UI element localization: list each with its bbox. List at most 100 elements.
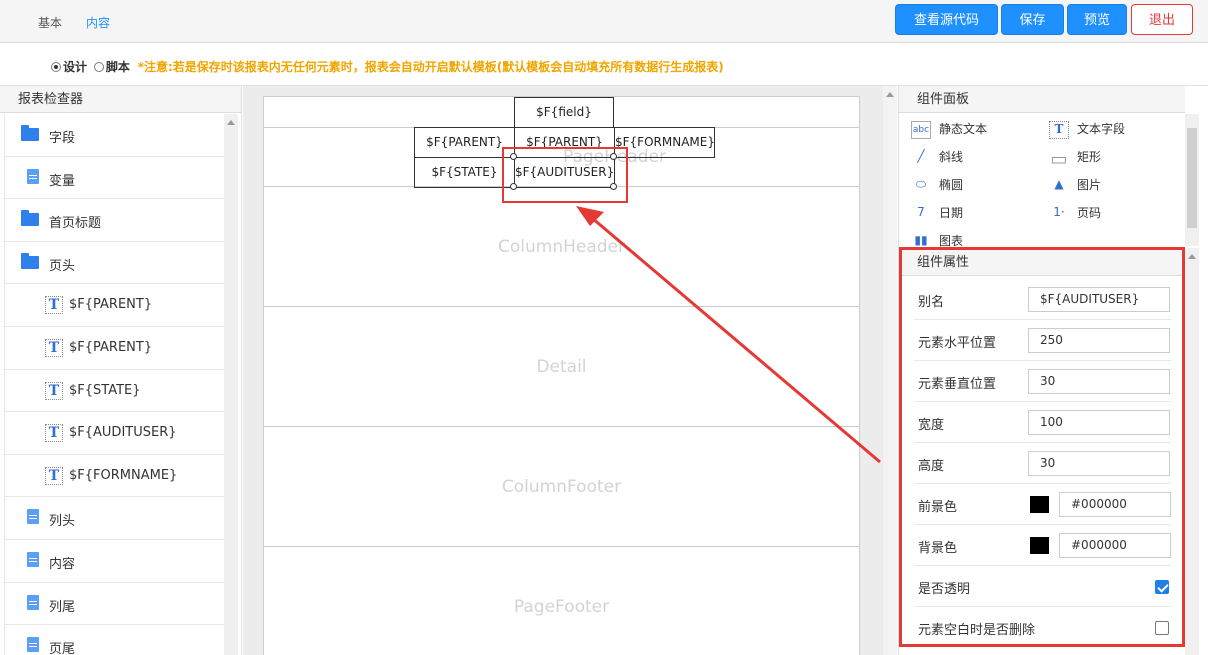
tree-item-label: 首页标题 xyxy=(49,216,102,232)
width-input[interactable]: 100 xyxy=(1028,410,1170,435)
height-input[interactable]: 30 xyxy=(1028,451,1170,476)
component-label: 斜线 xyxy=(939,150,964,164)
component-item[interactable]: 1· 页码 xyxy=(1049,204,1101,223)
band-label: ColumnFooter xyxy=(501,477,622,497)
tab-content[interactable]: 内容 xyxy=(86,14,110,31)
component-item[interactable]: abc 静态文本 xyxy=(911,120,987,139)
tree-item-label: $F{AUDITUSER} xyxy=(69,425,177,441)
component-item[interactable]: ▲ 图片 xyxy=(1049,176,1101,195)
canvas-scrollbar[interactable] xyxy=(883,86,897,655)
tree-item-label: 页尾 xyxy=(49,642,76,655)
mode-bar: 设计 脚本 *注意:若是保存时该报表内无任何元素时，报表会自动开启默认模板(默认… xyxy=(0,44,1208,86)
prop-background-row: 背景色 #000000 xyxy=(914,525,1171,566)
tree-item[interactable]: 首页标题 xyxy=(4,199,224,242)
component-item[interactable]: T 文本字段 xyxy=(1049,120,1125,139)
x-position-input[interactable]: 250 xyxy=(1028,328,1170,353)
prop-x-row: 元素水平位置 250 xyxy=(914,320,1171,361)
view-source-button[interactable]: 查看源代码 xyxy=(895,4,998,35)
remove-blank-checkbox[interactable] xyxy=(1155,621,1169,635)
tree-item[interactable]: T $F{STATE} xyxy=(4,369,224,413)
document-icon xyxy=(27,637,39,653)
component-scrollbar[interactable] xyxy=(1185,114,1199,246)
tree-item-label: 列尾 xyxy=(49,599,76,615)
background-input[interactable]: #000000 xyxy=(1059,533,1171,558)
tree-item[interactable]: 字段 xyxy=(4,114,224,157)
tree-item[interactable]: 列头 xyxy=(4,497,224,540)
component-item[interactable]: 7 日期 xyxy=(911,204,963,223)
folder-open-icon xyxy=(21,252,39,269)
foreground-swatch[interactable] xyxy=(1030,496,1049,513)
tree-item-label: $F{PARENT} xyxy=(69,339,153,355)
transparent-checkbox[interactable] xyxy=(1155,580,1169,594)
tree-item[interactable]: T $F{FORMNAME} xyxy=(4,454,224,498)
component-label: 日期 xyxy=(939,206,964,220)
prop-remove-blank-row: 元素空白时是否删除 xyxy=(914,607,1171,648)
y-position-input[interactable]: 30 xyxy=(1028,369,1170,394)
remove-blank-label: 元素空白时是否删除 xyxy=(918,623,1036,638)
line-icon: ╱ xyxy=(917,148,925,163)
band-column-footer[interactable]: ColumnFooter xyxy=(264,427,859,547)
alias-input[interactable]: $F{AUDITUSER} xyxy=(1028,287,1170,312)
image-icon: ▲ xyxy=(1054,176,1064,191)
preview-button[interactable]: 预览 xyxy=(1067,4,1127,35)
document-icon xyxy=(27,594,39,610)
foreground-label: 前景色 xyxy=(918,500,958,515)
formname-cell[interactable]: $F{FORMNAME} xyxy=(614,127,715,158)
prop-transparent-row: 是否透明 xyxy=(914,566,1171,607)
exit-button[interactable]: 退出 xyxy=(1131,4,1193,35)
tree-item[interactable]: T $F{PARENT} xyxy=(4,284,224,327)
text-field-icon: T xyxy=(1049,120,1069,139)
state-cell[interactable]: $F{STATE} xyxy=(414,157,515,188)
component-item[interactable]: ▭ 矩形 xyxy=(1049,148,1102,170)
component-label: 椭圆 xyxy=(939,178,964,192)
folder-icon xyxy=(21,125,39,141)
document-icon xyxy=(27,509,39,525)
background-swatch[interactable] xyxy=(1030,537,1049,554)
property-scrollbar[interactable] xyxy=(1185,248,1199,655)
document-icon xyxy=(27,551,39,567)
text-field-icon: T xyxy=(45,381,63,400)
property-panel-title: 组件属性 xyxy=(902,250,1182,276)
calendar-icon: 7 xyxy=(917,204,925,219)
component-item[interactable]: ⬭ 椭圆 xyxy=(911,176,963,195)
tree-item-label: 页头 xyxy=(49,258,76,274)
tab-basic[interactable]: 基本 xyxy=(38,14,62,31)
property-panel: 组件属性 别名 $F{AUDITUSER} 元素水平位置 250 元素垂直位置 … xyxy=(899,247,1185,647)
tree-item-label: 内容 xyxy=(49,556,76,572)
band-label: PageFooter xyxy=(513,597,610,617)
component-label: 静态文本 xyxy=(939,122,988,136)
save-button[interactable]: 保存 xyxy=(1001,4,1064,35)
component-item[interactable]: ╱ 斜线 xyxy=(911,148,963,167)
background-label: 背景色 xyxy=(918,541,958,556)
field-cell[interactable]: $F{field} xyxy=(514,97,614,128)
selection-highlight xyxy=(502,147,628,203)
band-label: Detail xyxy=(536,357,587,377)
parent-cell[interactable]: $F{PARENT} xyxy=(414,127,515,158)
band-detail[interactable]: Detail xyxy=(264,307,859,427)
component-label: 文本字段 xyxy=(1077,122,1126,136)
band-column-header[interactable]: ColumnHeader xyxy=(264,187,859,307)
tree-item[interactable]: T $F{AUDITUSER} xyxy=(4,412,224,455)
script-radio[interactable] xyxy=(93,62,104,72)
band-page-footer[interactable]: PageFooter xyxy=(264,547,859,655)
component-panel-title: 组件面板 xyxy=(899,86,1185,113)
ellipse-icon: ⬭ xyxy=(915,176,927,191)
design-canvas: PageHeader ColumnHeader Detail ColumnFoo… xyxy=(243,86,897,655)
tree-item[interactable]: 页尾 xyxy=(4,625,224,655)
page-number-icon: 1· xyxy=(1053,204,1065,219)
tree-item[interactable]: 内容 xyxy=(4,539,224,583)
design-radio[interactable] xyxy=(51,62,61,72)
tree-item[interactable]: 变量 xyxy=(4,156,224,200)
tree-item[interactable]: 列尾 xyxy=(4,582,224,626)
tree-item[interactable]: 页头 xyxy=(4,241,224,285)
tree-item[interactable]: T $F{PARENT} xyxy=(4,326,224,370)
foreground-input[interactable]: #000000 xyxy=(1059,492,1171,517)
notice-text: *注意:若是保存时该报表内无任何元素时，报表会自动开启默认模板(默认模板会自动填… xyxy=(137,60,724,74)
prop-y-row: 元素垂直位置 30 xyxy=(914,361,1171,402)
text-field-icon: T xyxy=(45,424,63,443)
component-label: 图片 xyxy=(1077,178,1102,192)
inspector-scrollbar[interactable] xyxy=(224,114,238,655)
prop-foreground-row: 前景色 #000000 xyxy=(914,484,1171,525)
prop-height-row: 高度 30 xyxy=(914,443,1171,484)
component-label: 矩形 xyxy=(1077,150,1102,164)
